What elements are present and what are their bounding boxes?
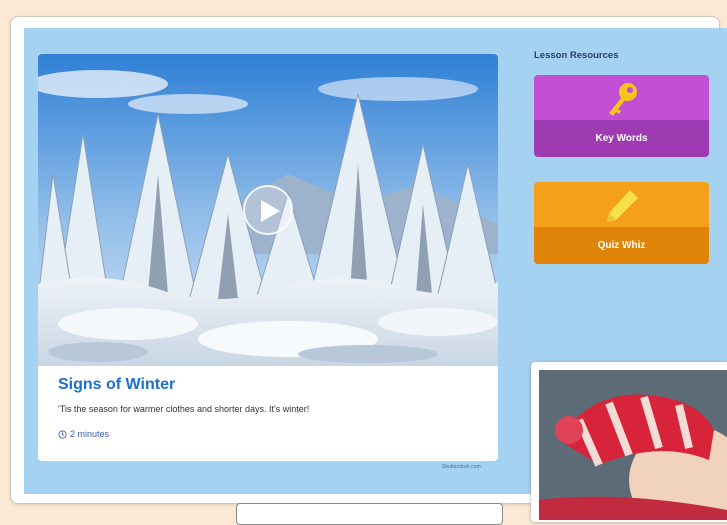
bottom-input-box[interactable]	[236, 503, 503, 525]
resources-heading: Lesson Resources	[534, 50, 619, 61]
video-card[interactable]: Signs of Winter 'Tis the season for warm…	[38, 54, 498, 461]
key-words-label: Key Words	[534, 120, 709, 157]
child-photo	[539, 370, 727, 520]
picture-in-picture-photo[interactable]	[531, 362, 727, 522]
quiz-whiz-card[interactable]: Quiz Whiz	[534, 182, 709, 264]
duration-label: 2 minutes	[70, 429, 110, 439]
key-words-card[interactable]: Key Words	[534, 75, 709, 157]
video-duration: 2 minutes	[58, 429, 109, 439]
quiz-whiz-label: Quiz Whiz	[534, 227, 709, 264]
pencil-icon	[607, 190, 638, 222]
play-button[interactable]	[243, 185, 293, 235]
clock-icon	[58, 429, 67, 439]
image-credit: Shutterstock.com	[442, 464, 481, 470]
play-icon	[261, 200, 280, 222]
video-title[interactable]: Signs of Winter	[58, 376, 175, 394]
video-description: 'Tis the season for warmer clothes and s…	[58, 404, 310, 414]
key-icon	[609, 83, 637, 116]
